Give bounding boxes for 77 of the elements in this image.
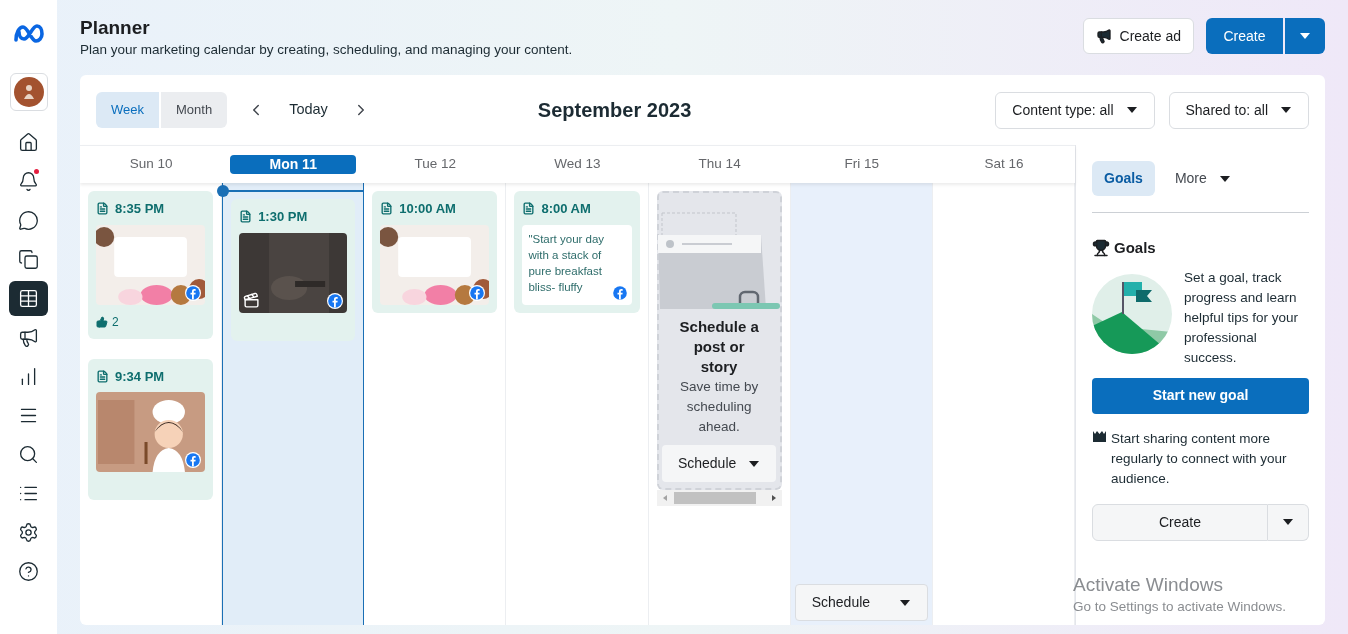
caret-icon — [1299, 32, 1311, 40]
day-header[interactable]: Tue 12 — [414, 154, 457, 175]
calendar-icon — [18, 288, 39, 309]
create-menu-button[interactable] — [1268, 503, 1309, 541]
megaphone-icon — [18, 327, 39, 348]
caret-icon — [1280, 106, 1292, 114]
facebook-icon — [469, 284, 486, 301]
day-header[interactable]: Sun 10 — [129, 154, 173, 175]
page-title: Planner — [80, 16, 151, 40]
day-header[interactable]: Thu 14 — [698, 154, 741, 175]
schedule-button[interactable]: Schedule — [794, 584, 928, 621]
create-button[interactable]: Create — [1092, 503, 1268, 541]
activation-text: Go to Settings to activate Windows. — [1073, 598, 1287, 616]
caret-icon — [1125, 106, 1138, 114]
caret-icon — [898, 598, 911, 607]
post-card[interactable]: 8:00 AM "Start your day with a stack of pure breakfast bliss- fluffy — [514, 191, 640, 313]
like-count: 2 — [112, 313, 119, 331]
post-time: 9:34 PM — [115, 367, 165, 386]
post-time: 8:35 PM — [115, 200, 165, 218]
chat-icon — [18, 210, 39, 231]
facebook-icon — [611, 284, 628, 301]
post-time: 8:00 AM — [541, 200, 591, 218]
post-icon — [522, 202, 536, 216]
post-time: 10:00 AM — [399, 200, 456, 218]
post-card[interactable]: 8:35 PM 2 — [88, 191, 214, 339]
page-subtitle: Plan your marketing calendar by creating, scheduling, and managing your content. — [80, 41, 573, 59]
tip-text: Start sharing content more regularly to connect with your audience. — [1111, 429, 1288, 488]
create-menu-button[interactable] — [1285, 18, 1325, 54]
settings-icon — [18, 522, 39, 543]
today-button[interactable]: Today — [289, 99, 328, 121]
facebook-icon — [185, 452, 202, 468]
crown-icon — [1092, 429, 1107, 443]
help-icon — [18, 561, 39, 582]
start-goal-button[interactable]: Start new goal — [1092, 377, 1309, 414]
facebook-icon — [185, 284, 202, 301]
post-text: "Start your day with a stack of pure breakfast bliss- fluffy — [528, 231, 606, 295]
post-icon — [380, 202, 394, 216]
caret-icon — [1282, 518, 1294, 526]
create-button[interactable]: Create — [1206, 18, 1283, 54]
home-icon — [18, 132, 39, 153]
caret-icon — [1218, 174, 1231, 183]
day-header[interactable]: Mon 11 — [230, 155, 357, 174]
goals-heading: Goals — [1114, 238, 1156, 258]
reel-icon — [243, 291, 261, 309]
panel-tab[interactable]: Goals — [1092, 161, 1155, 196]
filter-dropdown[interactable]: Shared to: all — [1168, 91, 1309, 129]
view-tab[interactable]: Week — [96, 92, 159, 128]
filter-dropdown[interactable]: Content type: all — [995, 91, 1155, 129]
period-title: September 2023 — [537, 98, 692, 123]
day-header[interactable]: Fri 15 — [844, 154, 880, 175]
post-card[interactable]: 1:30 PM — [231, 199, 356, 341]
day-header[interactable]: Sat 16 — [984, 154, 1024, 175]
prompt-title: Schedule a post or story — [678, 317, 760, 377]
search-icon — [18, 444, 39, 465]
trophy-icon — [1092, 239, 1110, 258]
post-time: 1:30 PM — [258, 208, 308, 226]
panel-tab[interactable]: More — [1162, 161, 1243, 196]
pages-icon — [18, 249, 39, 270]
schedule-button[interactable]: Schedule — [662, 445, 777, 482]
megaphone-icon — [1095, 28, 1112, 44]
prompt-text: Save time by scheduling ahead. — [679, 378, 760, 436]
post-card[interactable]: 10:00 AM — [372, 191, 498, 313]
bell-icon — [18, 171, 39, 192]
post-icon — [96, 369, 109, 383]
day-header[interactable]: Wed 13 — [554, 154, 601, 175]
like-icon — [96, 315, 108, 328]
create-ad-button[interactable]: Create ad — [1082, 18, 1194, 54]
caret-icon — [748, 459, 761, 468]
sidebar-item[interactable] — [9, 281, 48, 316]
view-tab[interactable]: Month — [161, 92, 228, 128]
goals-description: Set a goal, track progress and learn helpful tips for your professional success. — [1184, 268, 1300, 367]
account-avatar[interactable] — [9, 73, 48, 111]
post-icon — [239, 210, 253, 224]
activation-title: Activate Windows — [1073, 573, 1224, 597]
post-card[interactable]: 9:34 PM — [88, 358, 214, 500]
post-icon — [96, 202, 109, 216]
facebook-icon — [327, 292, 344, 309]
